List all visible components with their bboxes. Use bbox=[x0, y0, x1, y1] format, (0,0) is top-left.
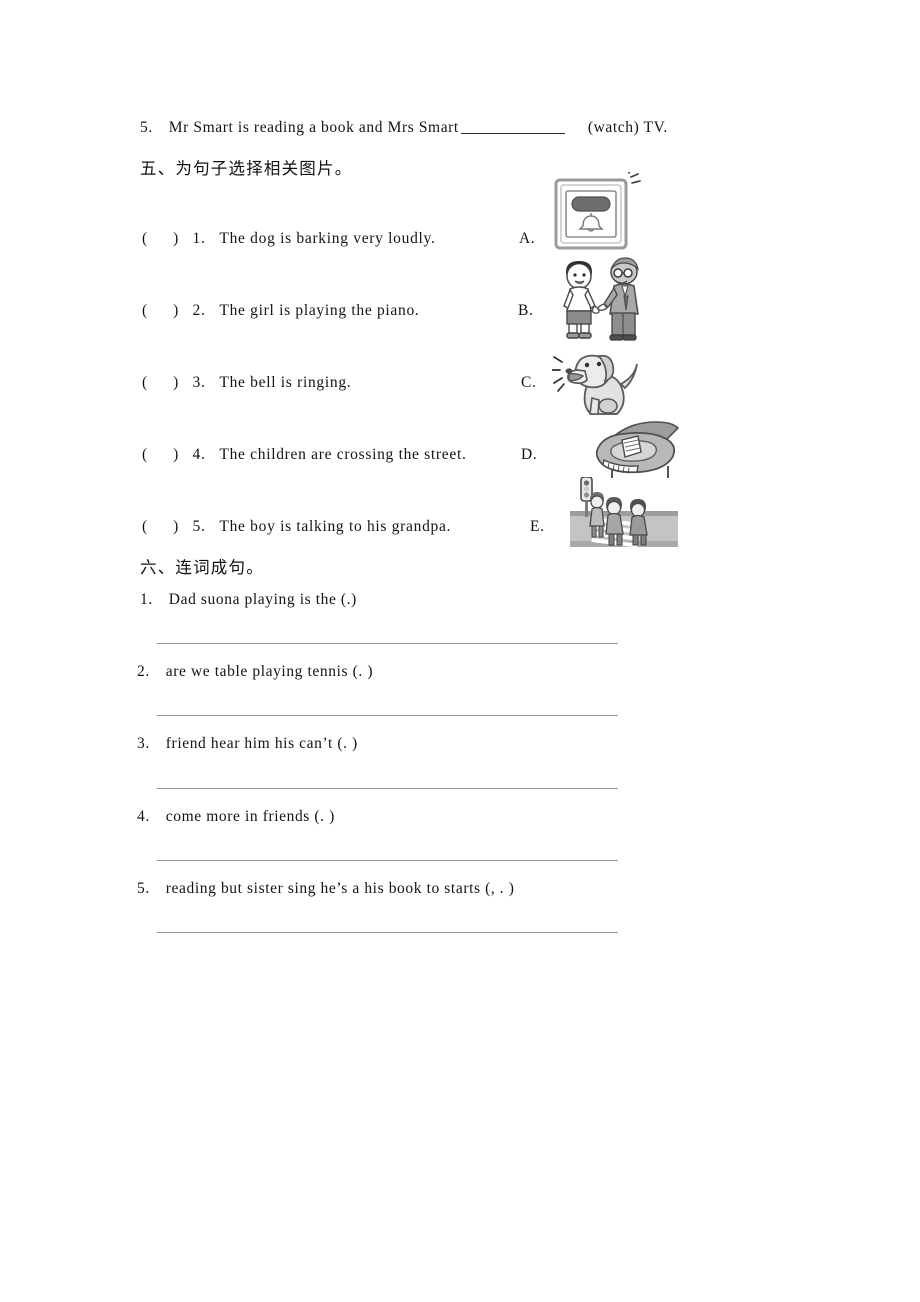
boy-and-grandpa-illustration bbox=[548, 254, 650, 342]
reorder-item-number: 5. bbox=[137, 880, 150, 897]
reorder-item-number: 4. bbox=[137, 808, 150, 825]
reorder-item-number: 2. bbox=[137, 663, 150, 680]
match-item-4[interactable]: () 4. The children are crossing the stre… bbox=[142, 446, 467, 464]
option-letter-a: A. bbox=[519, 230, 536, 247]
children-crossing-street-illustration bbox=[568, 477, 680, 557]
match-item-number: 5. bbox=[192, 518, 206, 535]
option-letter-e: E. bbox=[530, 518, 545, 535]
match-item-3[interactable]: () 3. The bell is ringing. bbox=[142, 374, 351, 392]
reorder-item-words: reading but sister sing he’s a his book … bbox=[165, 880, 515, 897]
match-item-sentence: The bell is ringing. bbox=[219, 374, 352, 391]
answer-line-3[interactable] bbox=[157, 788, 618, 789]
section-five-heading: 五、为句子选择相关图片。 bbox=[140, 159, 353, 178]
option-letter-b: B. bbox=[518, 302, 534, 319]
reorder-item-words: friend hear him his can’t (. ) bbox=[165, 735, 358, 752]
section-six-heading: 六、连词成句。 bbox=[140, 558, 264, 577]
match-item-number: 3. bbox=[192, 374, 206, 391]
match-item-1[interactable]: () 1. The dog is barking very loudly. bbox=[142, 230, 436, 248]
answer-paren-close: ) bbox=[173, 302, 179, 319]
answer-paren-open: ( bbox=[142, 230, 148, 247]
match-item-number: 1. bbox=[192, 230, 206, 247]
match-item-sentence: The children are crossing the street. bbox=[219, 446, 467, 463]
worksheet-page: 5. Mr Smart is reading a book and Mrs Sm… bbox=[0, 0, 920, 1302]
answer-paren-open: ( bbox=[142, 518, 148, 535]
fill-in-blank[interactable] bbox=[460, 133, 565, 134]
match-item-sentence: The boy is talking to his grandpa. bbox=[219, 518, 452, 535]
reorder-item-number: 1. bbox=[140, 591, 153, 608]
carryover-item-5: 5. Mr Smart is reading a book and Mrs Sm… bbox=[140, 119, 668, 137]
answer-line-4[interactable] bbox=[157, 860, 618, 861]
match-item-sentence: The dog is barking very loudly. bbox=[219, 230, 436, 247]
match-item-sentence: The girl is playing the piano. bbox=[219, 302, 420, 319]
option-letter-d: D. bbox=[521, 446, 538, 463]
reorder-item-3: 3. friend hear him his can’t (. ) bbox=[137, 735, 358, 753]
doorbell-panel-illustration bbox=[552, 172, 644, 254]
answer-line-2[interactable] bbox=[157, 715, 618, 716]
match-item-number: 2. bbox=[192, 302, 206, 319]
reorder-item-words: are we table playing tennis (. ) bbox=[165, 663, 374, 680]
answer-paren-open: ( bbox=[142, 302, 148, 319]
option-letter-c: C. bbox=[521, 374, 537, 391]
answer-paren-open: ( bbox=[142, 446, 148, 463]
reorder-item-1: 1. Dad suona playing is the (.) bbox=[140, 591, 357, 609]
carryover-item-number: 5. bbox=[140, 119, 153, 136]
answer-paren-open: ( bbox=[142, 374, 148, 391]
barking-dog-illustration bbox=[552, 340, 656, 422]
answer-paren-close: ) bbox=[173, 446, 179, 463]
match-item-5[interactable]: () 5. The boy is talking to his grandpa. bbox=[142, 518, 451, 536]
reorder-item-words: come more in friends (. ) bbox=[165, 808, 335, 825]
reorder-item-5: 5. reading but sister sing he’s a his bo… bbox=[137, 880, 515, 898]
answer-paren-close: ) bbox=[173, 230, 179, 247]
match-item-2[interactable]: () 2. The girl is playing the piano. bbox=[142, 302, 419, 320]
answer-paren-close: ) bbox=[173, 374, 179, 391]
reorder-item-words: Dad suona playing is the (.) bbox=[168, 591, 357, 608]
grand-piano-illustration bbox=[588, 418, 680, 480]
answer-paren-close: ) bbox=[173, 518, 179, 535]
carryover-item-text-after: (watch) TV. bbox=[587, 119, 668, 136]
answer-line-5[interactable] bbox=[157, 932, 618, 933]
reorder-item-number: 3. bbox=[137, 735, 150, 752]
reorder-item-2: 2. are we table playing tennis (. ) bbox=[137, 663, 373, 681]
answer-line-1[interactable] bbox=[157, 643, 618, 644]
carryover-item-text-before: Mr Smart is reading a book and Mrs Smart bbox=[168, 119, 459, 136]
reorder-item-4: 4. come more in friends (. ) bbox=[137, 808, 335, 826]
match-item-number: 4. bbox=[192, 446, 206, 463]
